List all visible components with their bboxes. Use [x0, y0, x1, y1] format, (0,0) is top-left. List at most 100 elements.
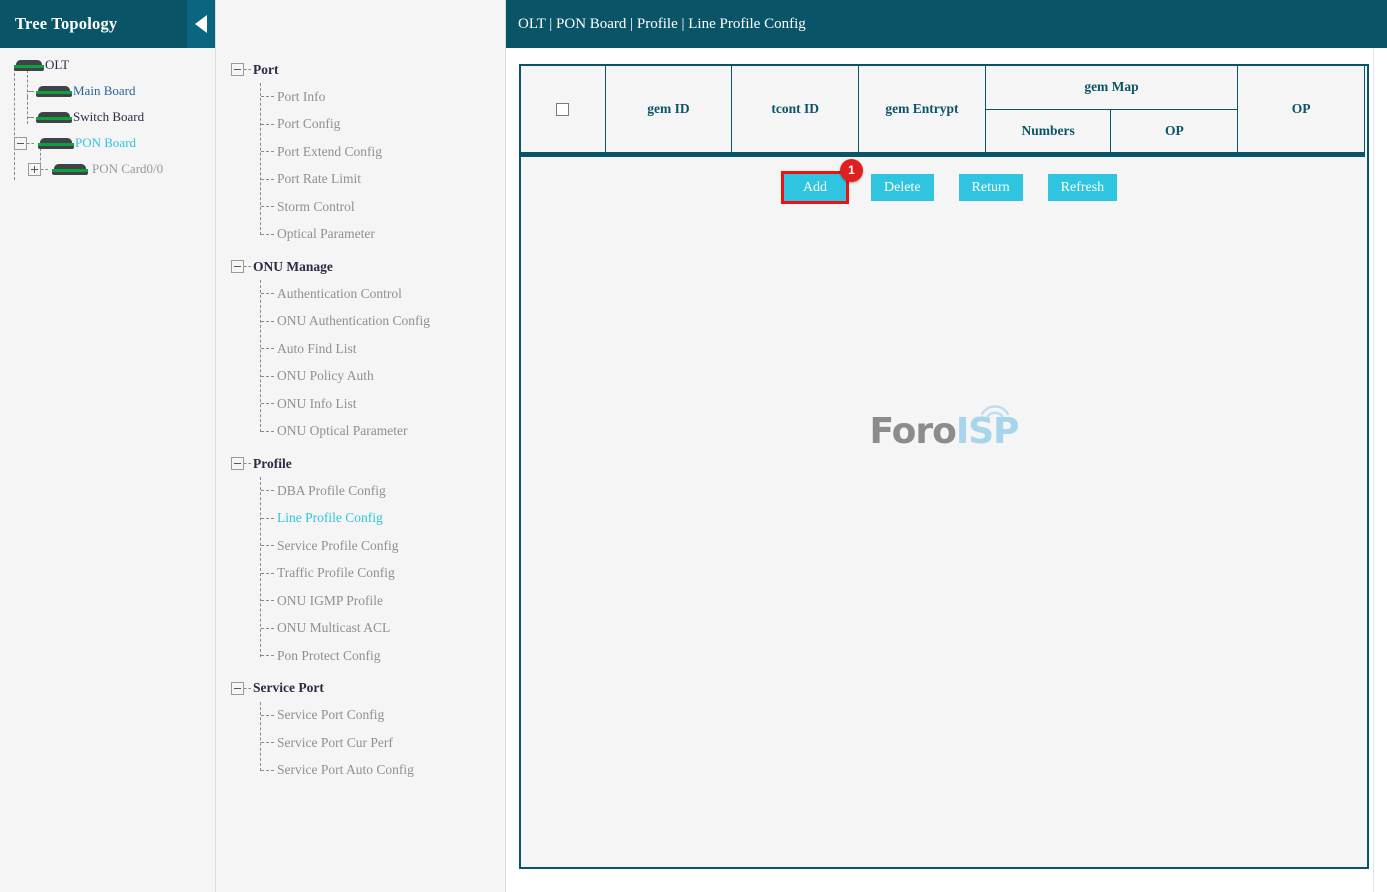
tree-branch-dash: [261, 628, 274, 629]
tree-branch-dash: [261, 179, 274, 180]
topology-node-label: Main Board: [73, 83, 135, 99]
menu-item-service-port-cur-perf[interactable]: Service Port Cur Perf: [257, 729, 505, 757]
content-right-edge: [1373, 48, 1387, 892]
menu-item-label: ONU Info List: [277, 396, 357, 412]
content-panel: OLT | PON Board | Profile | Line Profile…: [506, 0, 1387, 892]
tree-branch-dash: [244, 463, 251, 464]
menu-item-onu-info-list[interactable]: ONU Info List: [257, 390, 505, 418]
menu-item-service-port-config[interactable]: Service Port Config: [257, 702, 505, 730]
tree-branch-dash: [261, 742, 274, 743]
menu-item-label: Pon Protect Config: [277, 648, 381, 664]
tree-branch-dash: [261, 348, 274, 349]
menu-item-pon-protect-config[interactable]: Pon Protect Config: [257, 642, 505, 670]
device-icon: [36, 111, 72, 124]
topology-tree: OLT Main Board Switch Board: [0, 48, 215, 182]
device-icon: [14, 59, 44, 72]
menu-item-line-profile-config[interactable]: Line Profile Config: [257, 505, 505, 533]
tree-branch-dash: [261, 545, 274, 546]
tree-branch-dash: [261, 403, 274, 404]
collapse-toggle-minus-icon[interactable]: [231, 260, 244, 273]
select-all-checkbox[interactable]: [556, 103, 569, 116]
tree-branch-dash: [27, 117, 34, 118]
menu-item-port-config[interactable]: Port Config: [257, 111, 505, 139]
menu-group-profile: Profile DBA Profile Config Line Profile …: [216, 450, 505, 670]
menu-group-header[interactable]: Port: [216, 56, 505, 83]
menu-item-storm-control[interactable]: Storm Control: [257, 193, 505, 221]
tree-branch-dash: [261, 376, 274, 377]
tree-topology-title: Tree Topology: [15, 14, 117, 34]
tree-branch-dash: [244, 69, 251, 70]
menu-group-children: DBA Profile Config Line Profile Config S…: [216, 477, 505, 670]
menu-item-onu-optical-parameter[interactable]: ONU Optical Parameter: [257, 418, 505, 446]
delete-button[interactable]: Delete: [871, 174, 934, 201]
content-wrapper: gem ID tcont ID gem Entrypt gem Map OP N…: [506, 48, 1387, 892]
menu-item-label: Authentication Control: [277, 286, 402, 302]
topology-node-switch-board[interactable]: Switch Board: [0, 104, 215, 130]
menu-item-label: ONU Policy Auth: [277, 368, 374, 384]
menu-item-port-extend-config[interactable]: Port Extend Config: [257, 138, 505, 166]
menu-group-header[interactable]: ONU Manage: [216, 253, 505, 280]
menu-item-onu-multicast-acl[interactable]: ONU Multicast ACL: [257, 615, 505, 643]
menu-group-children: Authentication Control ONU Authenticatio…: [216, 280, 505, 445]
menu-item-traffic-profile-config[interactable]: Traffic Profile Config: [257, 560, 505, 588]
menu-item-port-info[interactable]: Port Info: [257, 83, 505, 111]
collapse-toggle-minus-icon[interactable]: [231, 682, 244, 695]
topology-node-main-board[interactable]: Main Board: [0, 78, 215, 104]
add-button[interactable]: Add: [784, 174, 846, 201]
collapse-sidebar-button[interactable]: [187, 0, 215, 48]
menu-tree-panel: Port Port Info Port Config Port Extend C…: [216, 0, 506, 892]
menu-item-label: Service Profile Config: [277, 538, 398, 554]
menu-item-label: Service Port Cur Perf: [277, 735, 393, 751]
menu-item-port-rate-limit[interactable]: Port Rate Limit: [257, 166, 505, 194]
menu-item-label: Optical Parameter: [277, 226, 375, 242]
menu-item-auto-find-list[interactable]: Auto Find List: [257, 335, 505, 363]
topology-node-pon-card[interactable]: PON Card0/0: [0, 156, 215, 182]
line-profile-panel: gem ID tcont ID gem Entrypt gem Map OP N…: [519, 64, 1369, 869]
menu-item-label: DBA Profile Config: [277, 483, 386, 499]
menu-item-dba-profile-config[interactable]: DBA Profile Config: [257, 477, 505, 505]
app-root: Tree Topology OLT: [0, 0, 1387, 892]
menu-item-authentication-control[interactable]: Authentication Control: [257, 280, 505, 308]
tree-branch-dash: [261, 655, 274, 656]
tree-branch-dash: [261, 518, 274, 519]
tree-branch-dash: [27, 143, 34, 144]
tree-branch-dash: [261, 124, 274, 125]
menu-item-label: Port Extend Config: [277, 144, 382, 160]
tree-branch-dash: [261, 96, 274, 97]
action-button-row: Add 1 Delete Return Refresh: [521, 174, 1367, 201]
menu-item-service-profile-config[interactable]: Service Profile Config: [257, 532, 505, 560]
collapse-toggle-minus-icon[interactable]: [231, 63, 244, 76]
refresh-button[interactable]: Refresh: [1048, 174, 1118, 201]
menu-group-children: Port Info Port Config Port Extend Config…: [216, 83, 505, 248]
menu-item-label: Auto Find List: [277, 341, 357, 357]
collapse-toggle-minus-icon[interactable]: [14, 137, 27, 150]
column-header-gem-map: gem Map: [985, 65, 1237, 110]
column-header-tcont-id: tcont ID: [732, 65, 859, 155]
tree-branch-dash: [27, 91, 34, 92]
menu-item-label: Storm Control: [277, 199, 355, 215]
menu-item-onu-igmp-profile[interactable]: ONU IGMP Profile: [257, 587, 505, 615]
menu-group-header[interactable]: Profile: [216, 450, 505, 477]
return-button-wrapper: Return: [959, 174, 1023, 201]
topology-node-label: OLT: [45, 57, 69, 73]
watermark-text-isp: ISP: [956, 411, 1019, 452]
menu-item-label: ONU Optical Parameter: [277, 423, 407, 439]
menu-item-onu-policy-auth[interactable]: ONU Policy Auth: [257, 363, 505, 391]
line-profile-table: gem ID tcont ID gem Entrypt gem Map OP N…: [519, 64, 1365, 157]
menu-item-label: Traffic Profile Config: [277, 565, 395, 581]
topology-node-pon-board[interactable]: PON Board: [0, 130, 215, 156]
tree-topology-header: Tree Topology: [0, 0, 215, 48]
column-header-gem-map-op: OP: [1111, 110, 1238, 155]
tree-branch-dash: [261, 151, 274, 152]
expand-toggle-plus-icon[interactable]: [28, 163, 41, 176]
watermark: ForoISP: [521, 411, 1367, 452]
menu-group-header[interactable]: Service Port: [216, 675, 505, 702]
collapse-toggle-minus-icon[interactable]: [231, 457, 244, 470]
topology-node-olt[interactable]: OLT: [0, 52, 215, 78]
menu-item-service-port-auto-config[interactable]: Service Port Auto Config: [257, 757, 505, 785]
return-button[interactable]: Return: [959, 174, 1023, 201]
menu-item-optical-parameter[interactable]: Optical Parameter: [257, 221, 505, 249]
tree-topology-panel: Tree Topology OLT: [0, 0, 216, 892]
menu-item-label: Port Rate Limit: [277, 171, 361, 187]
menu-item-onu-authentication-config[interactable]: ONU Authentication Config: [257, 308, 505, 336]
